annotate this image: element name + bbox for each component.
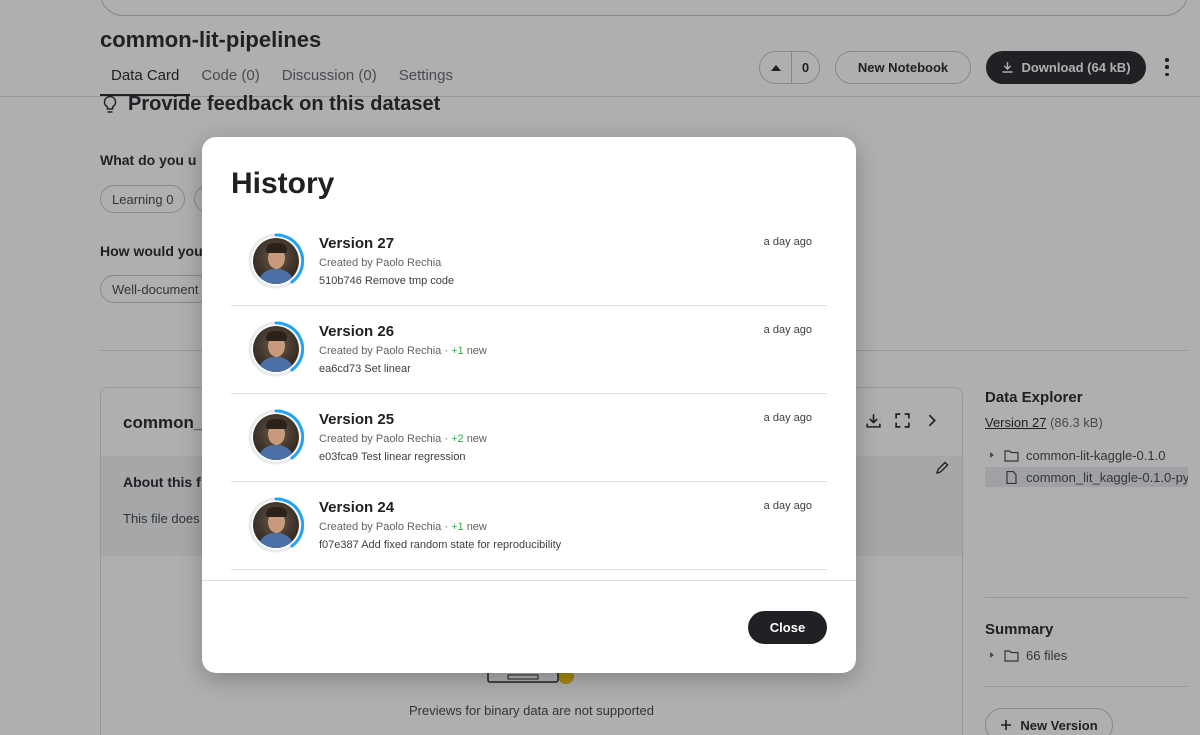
- avatar: [248, 321, 304, 377]
- version-author: Created by Paolo Rechia: [319, 257, 442, 269]
- version-time: a day ago: [763, 236, 812, 248]
- version-history-list: Version 27 Created by Paolo Rechia 510b7…: [231, 218, 827, 570]
- version-item[interactable]: Version 24 Created by Paolo Rechia · +1 …: [231, 482, 827, 570]
- version-name: Version 24: [319, 499, 395, 516]
- version-author: Created by Paolo Rechia · +1 new: [319, 345, 487, 357]
- version-time: a day ago: [763, 324, 812, 336]
- close-button[interactable]: Close: [748, 611, 827, 644]
- version-commit: f07e387 Add fixed random state for repro…: [319, 539, 562, 551]
- version-item[interactable]: Version 27 Created by Paolo Rechia 510b7…: [231, 218, 827, 306]
- version-commit: 510b746 Remove tmp code: [319, 275, 455, 287]
- version-name: Version 25: [319, 411, 395, 428]
- modal-footer-divider: [202, 580, 856, 581]
- version-time: a day ago: [763, 500, 812, 512]
- new-files-count: +1: [451, 521, 464, 533]
- version-commit: ea6cd73 Set linear: [319, 363, 411, 375]
- new-files-count: +1: [451, 345, 464, 357]
- version-time: a day ago: [763, 412, 812, 424]
- version-author: Created by Paolo Rechia · +1 new: [319, 521, 487, 533]
- avatar: [248, 409, 304, 465]
- version-commit: e03fca9 Test linear regression: [319, 451, 466, 463]
- version-author: Created by Paolo Rechia · +2 new: [319, 433, 487, 445]
- version-name: Version 26: [319, 323, 395, 340]
- history-modal-title: History: [231, 167, 335, 200]
- version-item[interactable]: Version 26 Created by Paolo Rechia · +1 …: [231, 306, 827, 394]
- new-files-count: +2: [451, 433, 464, 445]
- avatar: [248, 497, 304, 553]
- dataset-page: common-lit-pipelines Data Card Code (0) …: [0, 0, 1200, 735]
- avatar: [248, 233, 304, 289]
- version-item[interactable]: Version 25 Created by Paolo Rechia · +2 …: [231, 394, 827, 482]
- version-name: Version 27: [319, 235, 395, 252]
- history-modal: History Version 27 Created by Paolo Rech…: [202, 137, 856, 673]
